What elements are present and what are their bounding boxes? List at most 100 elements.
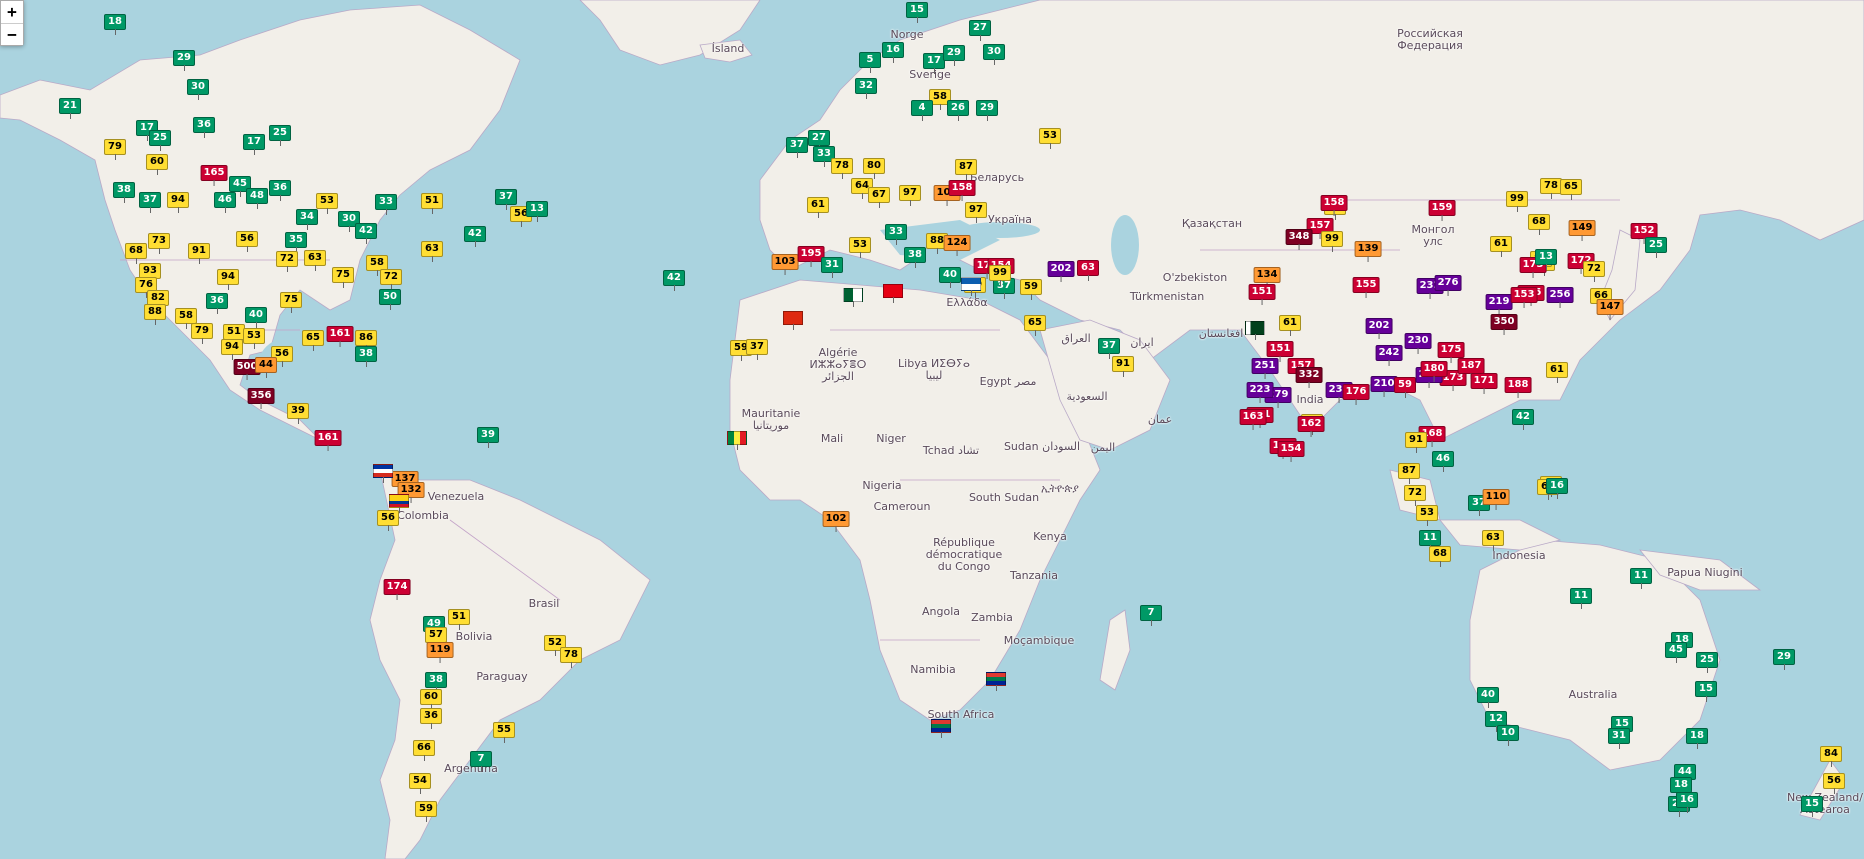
aqi-station-marker[interactable]: 149 [1568,220,1596,241]
aqi-station-marker[interactable]: 11 [1570,588,1592,609]
aqi-station-marker[interactable]: 73 [148,233,170,254]
aqi-station-marker[interactable]: 91 [188,243,210,264]
aqi-station-marker[interactable]: 134 [1253,267,1281,288]
aqi-station-marker[interactable]: 97 [965,202,987,223]
aqi-station-marker[interactable]: 59 [415,801,437,822]
aqi-station-marker[interactable]: 103 [771,254,799,275]
aqi-station-marker[interactable]: 46 [1432,451,1454,472]
aqi-station-marker[interactable]: 58 [175,308,197,329]
aqi-station-marker[interactable]: 79 [191,323,213,344]
aqi-station-marker[interactable]: 13 [526,201,548,222]
aqi-station-marker[interactable]: 13 [1535,249,1557,270]
aqi-station-marker[interactable]: 40 [939,267,961,288]
aqi-station-marker[interactable]: 68 [1429,546,1451,567]
aqi-station-marker[interactable]: 72 [380,269,402,290]
aqi-station-marker[interactable]: 42 [663,270,685,291]
aqi-station-marker[interactable]: 61 [1279,315,1301,336]
aqi-station-marker[interactable]: 15 [1801,796,1823,817]
aqi-station-marker[interactable]: 29 [1773,649,1795,670]
aqi-station-marker[interactable]: 50 [379,289,401,310]
aqi-station-marker[interactable]: 66 [413,740,435,761]
aqi-station-marker[interactable]: 59 [1020,279,1042,300]
aqi-station-marker[interactable]: 63 [1077,260,1099,281]
aqi-station-marker[interactable]: 15 [906,2,928,23]
aqi-station-marker[interactable]: 94 [167,192,189,213]
aqi-station-marker[interactable]: 72 [276,251,298,272]
aqi-station-marker[interactable]: 51 [448,609,470,630]
aqi-station-marker[interactable]: 60 [420,689,442,710]
aqi-station-marker[interactable]: 80 [863,158,885,179]
aqi-station-marker[interactable]: 54 [409,773,431,794]
aqi-station-marker[interactable]: 202 [1047,261,1075,282]
aqi-station-marker[interactable]: 11 [1630,568,1652,589]
flag-icon[interactable] [727,431,747,450]
aqi-station-marker[interactable]: 30 [983,44,1005,65]
aqi-station-marker[interactable]: 102 [822,511,850,532]
aqi-station-marker[interactable]: 34 [296,209,318,230]
aqi-station-marker[interactable]: 53 [849,237,871,258]
aqi-station-marker[interactable]: 151 [1266,341,1294,362]
aqi-station-marker[interactable]: 84 [1820,746,1842,767]
aqi-station-marker[interactable]: 159 [1428,200,1456,221]
aqi-station-marker[interactable]: 119 [426,642,454,663]
aqi-station-marker[interactable]: 78 [560,647,582,668]
aqi-station-marker[interactable]: 38 [113,182,135,203]
aqi-station-marker[interactable]: 29 [976,100,998,121]
aqi-station-marker[interactable]: 29 [943,45,965,66]
aqi-station-marker[interactable]: 97 [899,185,921,206]
flag-icon[interactable] [931,719,951,738]
aqi-station-marker[interactable]: 33 [885,224,907,245]
aqi-station-marker[interactable]: 187 [1457,358,1485,379]
aqi-station-marker[interactable]: 162 [1297,416,1325,437]
aqi-station-marker[interactable]: 53 [316,193,338,214]
aqi-station-marker[interactable]: 18 [1686,728,1708,749]
aqi-station-marker[interactable]: 176 [1342,384,1370,405]
aqi-station-marker[interactable]: 39 [287,403,309,424]
aqi-station-marker[interactable]: 230 [1404,333,1432,354]
aqi-station-marker[interactable]: 256 [1546,287,1574,308]
aqi-station-marker[interactable]: 38 [425,672,447,693]
aqi-station-marker[interactable]: 94 [221,339,243,360]
aqi-station-marker[interactable]: 16 [882,42,904,63]
aqi-station-marker[interactable]: 188 [1504,377,1532,398]
aqi-station-marker[interactable]: 86 [355,330,377,351]
aqi-station-marker[interactable]: 67 [868,187,890,208]
aqi-station-marker[interactable]: 61 [1546,362,1568,383]
aqi-station-marker[interactable]: 153 [1510,287,1538,308]
flag-icon[interactable] [783,311,803,330]
aqi-station-marker[interactable]: 36 [206,293,228,314]
aqi-station-marker[interactable]: 40 [245,307,267,328]
aqi-station-marker[interactable]: 4 [911,100,933,121]
aqi-station-marker[interactable]: 78 [1540,178,1562,199]
aqi-station-marker[interactable]: 91 [1112,356,1134,377]
aqi-station-marker[interactable]: 251 [1251,358,1279,379]
aqi-station-marker[interactable]: 139 [1354,241,1382,262]
aqi-station-marker[interactable]: 35 [285,232,307,253]
aqi-station-marker[interactable]: 31 [821,257,843,278]
aqi-station-marker[interactable]: 25 [1645,237,1667,258]
aqi-station-marker[interactable]: 38 [355,346,377,367]
aqi-station-marker[interactable]: 174 [383,579,411,600]
aqi-station-marker[interactable]: 242 [1375,345,1403,366]
aqi-station-marker[interactable]: 7 [470,751,492,772]
aqi-station-marker[interactable]: 56 [236,231,258,252]
aqi-station-marker[interactable]: 65 [1560,179,1582,200]
aqi-station-marker[interactable]: 155 [1352,277,1380,298]
aqi-station-marker[interactable]: 37 [495,189,517,210]
aqi-station-marker[interactable]: 99 [1506,191,1528,212]
aqi-station-marker[interactable]: 53 [243,328,265,349]
aqi-station-marker[interactable]: 72 [1583,261,1605,282]
aqi-station-marker[interactable]: 65 [302,330,324,351]
aqi-station-marker[interactable]: 42 [355,223,377,244]
aqi-station-marker[interactable]: 147 [1596,299,1624,320]
aqi-station-marker[interactable]: 30 [187,79,209,100]
aqi-station-marker[interactable]: 25 [269,125,291,146]
aqi-station-marker[interactable]: 219 [1485,294,1513,315]
aqi-station-marker[interactable]: 26 [947,100,969,121]
flag-icon[interactable] [373,464,393,483]
zoom-out-button[interactable]: − [1,23,23,45]
aqi-station-marker[interactable]: 171 [1470,373,1498,394]
aqi-station-marker[interactable]: 16 [1546,478,1568,499]
aqi-station-marker[interactable]: 33 [375,194,397,215]
aqi-station-marker[interactable]: 38 [904,247,926,268]
